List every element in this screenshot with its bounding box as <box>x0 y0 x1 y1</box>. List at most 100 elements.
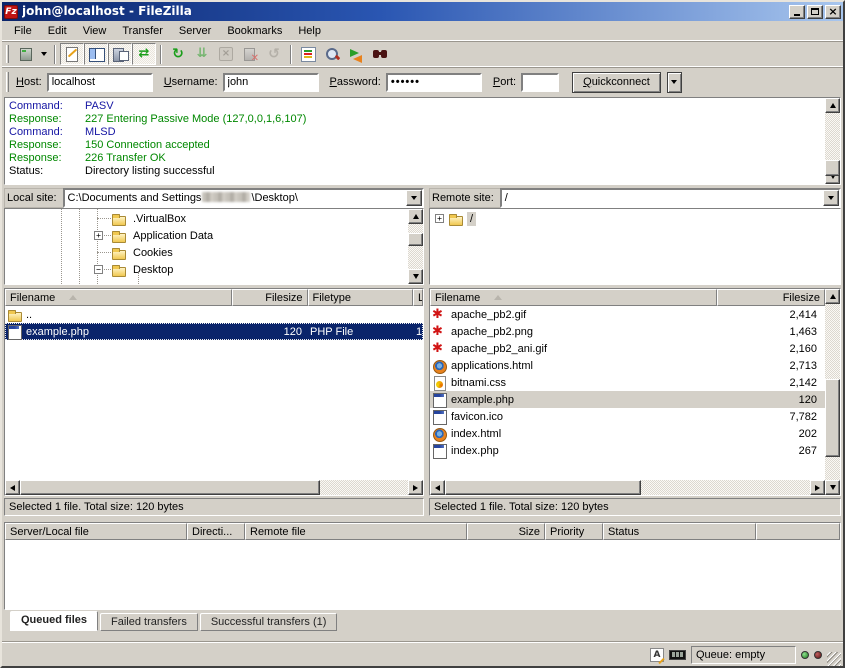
tab-successful-transfers[interactable]: Successful transfers (1) <box>200 613 338 631</box>
window-title: john@localhost - FileZilla <box>22 2 789 21</box>
quickconnect-button[interactable]: Quickconnect <box>572 72 661 93</box>
file-row-parent-dir[interactable]: .. <box>5 306 423 323</box>
remote-vertical-scrollbar[interactable] <box>825 289 840 495</box>
log-scrollbar[interactable] <box>825 98 840 184</box>
scroll-up-button[interactable] <box>825 289 840 304</box>
site-manager-button[interactable] <box>13 43 37 65</box>
file-row-selected[interactable]: example.php120 <box>430 391 825 408</box>
password-input[interactable] <box>386 73 482 92</box>
filename-cell: applications.html <box>451 360 718 372</box>
scroll-thumb[interactable] <box>825 160 840 176</box>
scroll-thumb[interactable] <box>20 480 320 495</box>
menu-item-edit[interactable]: Edit <box>40 23 75 39</box>
resize-grip[interactable] <box>827 652 841 666</box>
file-search-button[interactable] <box>368 43 392 65</box>
menu-item-server[interactable]: Server <box>171 23 219 39</box>
toggle-remote-tree-button[interactable] <box>108 43 132 65</box>
site-manager-dropdown[interactable] <box>37 43 50 65</box>
menu-item-help[interactable]: Help <box>290 23 329 39</box>
scroll-left-button[interactable] <box>430 480 445 495</box>
remote-site-combo[interactable]: / <box>500 188 841 208</box>
activity-led-green <box>801 651 809 659</box>
file-row[interactable]: index.html202 <box>430 425 825 442</box>
scroll-thumb[interactable] <box>825 379 840 457</box>
directory-comparison-button[interactable] <box>320 43 344 65</box>
local-site-dropdown[interactable] <box>406 190 422 206</box>
scroll-right-button[interactable] <box>408 480 423 495</box>
scroll-thumb[interactable] <box>408 233 423 246</box>
refresh-button[interactable]: ↻ <box>166 43 190 65</box>
scroll-thumb[interactable] <box>445 480 641 495</box>
cancel-button[interactable]: × <box>214 43 238 65</box>
queue-column-direction[interactable]: Directi... <box>187 523 245 540</box>
file-row[interactable]: apache_pb2.gif2,414 <box>430 306 825 323</box>
file-row[interactable]: index.php267 <box>430 442 825 459</box>
toggle-queue-button[interactable]: ⇄ <box>132 43 156 65</box>
host-input[interactable] <box>47 73 153 92</box>
menu-item-file[interactable]: File <box>6 23 40 39</box>
queue-column-priority[interactable]: Priority <box>545 523 603 540</box>
column-header-filetype[interactable]: Filetype <box>308 289 414 306</box>
tab-queued-files[interactable]: Queued files <box>10 611 98 631</box>
remote-horizontal-scrollbar[interactable] <box>430 480 825 495</box>
scroll-up-button[interactable] <box>825 98 840 113</box>
column-header-filename[interactable]: Filename <box>5 289 232 306</box>
remote-site-dropdown[interactable] <box>823 190 839 206</box>
scroll-right-button[interactable] <box>810 480 825 495</box>
tree-expander[interactable] <box>435 214 444 223</box>
file-row-example-php[interactable]: example.php 120 PHP File 1 <box>5 323 423 340</box>
file-row[interactable]: applications.html2,713 <box>430 357 825 374</box>
cancel-icon: × <box>219 47 233 61</box>
port-input[interactable] <box>521 73 559 92</box>
file-row[interactable]: favicon.ico7,782 <box>430 408 825 425</box>
column-header-filename[interactable]: Filename <box>430 289 717 306</box>
reconnect-button[interactable]: ↺ <box>262 43 286 65</box>
queue-column-status[interactable]: Status <box>603 523 756 540</box>
tree-item-application-data[interactable]: Application Data <box>5 227 408 244</box>
scroll-down-button[interactable] <box>825 480 840 495</box>
tree-expander[interactable] <box>94 265 103 274</box>
menu-item-transfer[interactable]: Transfer <box>114 23 171 39</box>
local-site-combo[interactable]: C:\Documents and Settings\Desktop\ <box>63 188 424 208</box>
synchronized-browsing-button[interactable] <box>344 43 368 65</box>
disconnect-button[interactable] <box>238 43 262 65</box>
scroll-up-button[interactable] <box>408 209 423 224</box>
menu-item-bookmarks[interactable]: Bookmarks <box>219 23 290 39</box>
scroll-left-button[interactable] <box>5 480 20 495</box>
local-path: C:\Documents and Settings\Desktop\ <box>68 192 298 204</box>
file-row[interactable]: apache_pb2.png1,463 <box>430 323 825 340</box>
menu-item-view[interactable]: View <box>75 23 115 39</box>
minimize-button[interactable] <box>789 5 805 19</box>
tree-item-root[interactable]: / <box>430 210 840 227</box>
quickconnect-dropdown[interactable] <box>667 72 682 93</box>
tree-item-desktop[interactable]: Desktop <box>5 261 408 278</box>
toolbar-grip[interactable] <box>6 45 9 63</box>
column-header-last-modified[interactable]: L <box>413 289 423 306</box>
tree-expander[interactable] <box>94 231 103 240</box>
queue-column-size[interactable]: Size <box>467 523 545 540</box>
status-bar: A Queue: empty <box>2 642 843 666</box>
tree-item-cookies[interactable]: Cookies <box>5 244 408 261</box>
local-tree-scrollbar[interactable] <box>408 209 423 284</box>
tab-failed-transfers[interactable]: Failed transfers <box>100 613 198 631</box>
close-button[interactable]: × <box>825 5 841 19</box>
column-header-filesize[interactable]: Filesize <box>717 289 825 306</box>
transfer-type-icon[interactable]: A <box>650 648 664 662</box>
file-row[interactable]: apache_pb2_ani.gif2,160 <box>430 340 825 357</box>
queue-column-server-local-file[interactable]: Server/Local file <box>5 523 187 540</box>
maximize-button[interactable] <box>807 5 823 19</box>
quickconnect-grip[interactable] <box>6 72 9 92</box>
local-horizontal-scrollbar[interactable] <box>5 480 423 495</box>
process-queue-button[interactable]: ⇊ <box>190 43 214 65</box>
scroll-down-button[interactable] <box>408 269 423 284</box>
tree-item-virtualbox[interactable]: .VirtualBox <box>5 210 408 227</box>
username-input[interactable] <box>223 73 319 92</box>
file-row[interactable]: bitnami.css2,142 <box>430 374 825 391</box>
speed-limit-icon[interactable] <box>669 650 686 660</box>
filter-button[interactable] <box>296 43 320 65</box>
log-line: Response:226 Transfer OK <box>9 152 821 165</box>
toggle-log-button[interactable] <box>60 43 84 65</box>
queue-column-remote-file[interactable]: Remote file <box>245 523 467 540</box>
toggle-local-tree-button[interactable] <box>84 43 108 65</box>
column-header-filesize[interactable]: Filesize <box>232 289 308 306</box>
